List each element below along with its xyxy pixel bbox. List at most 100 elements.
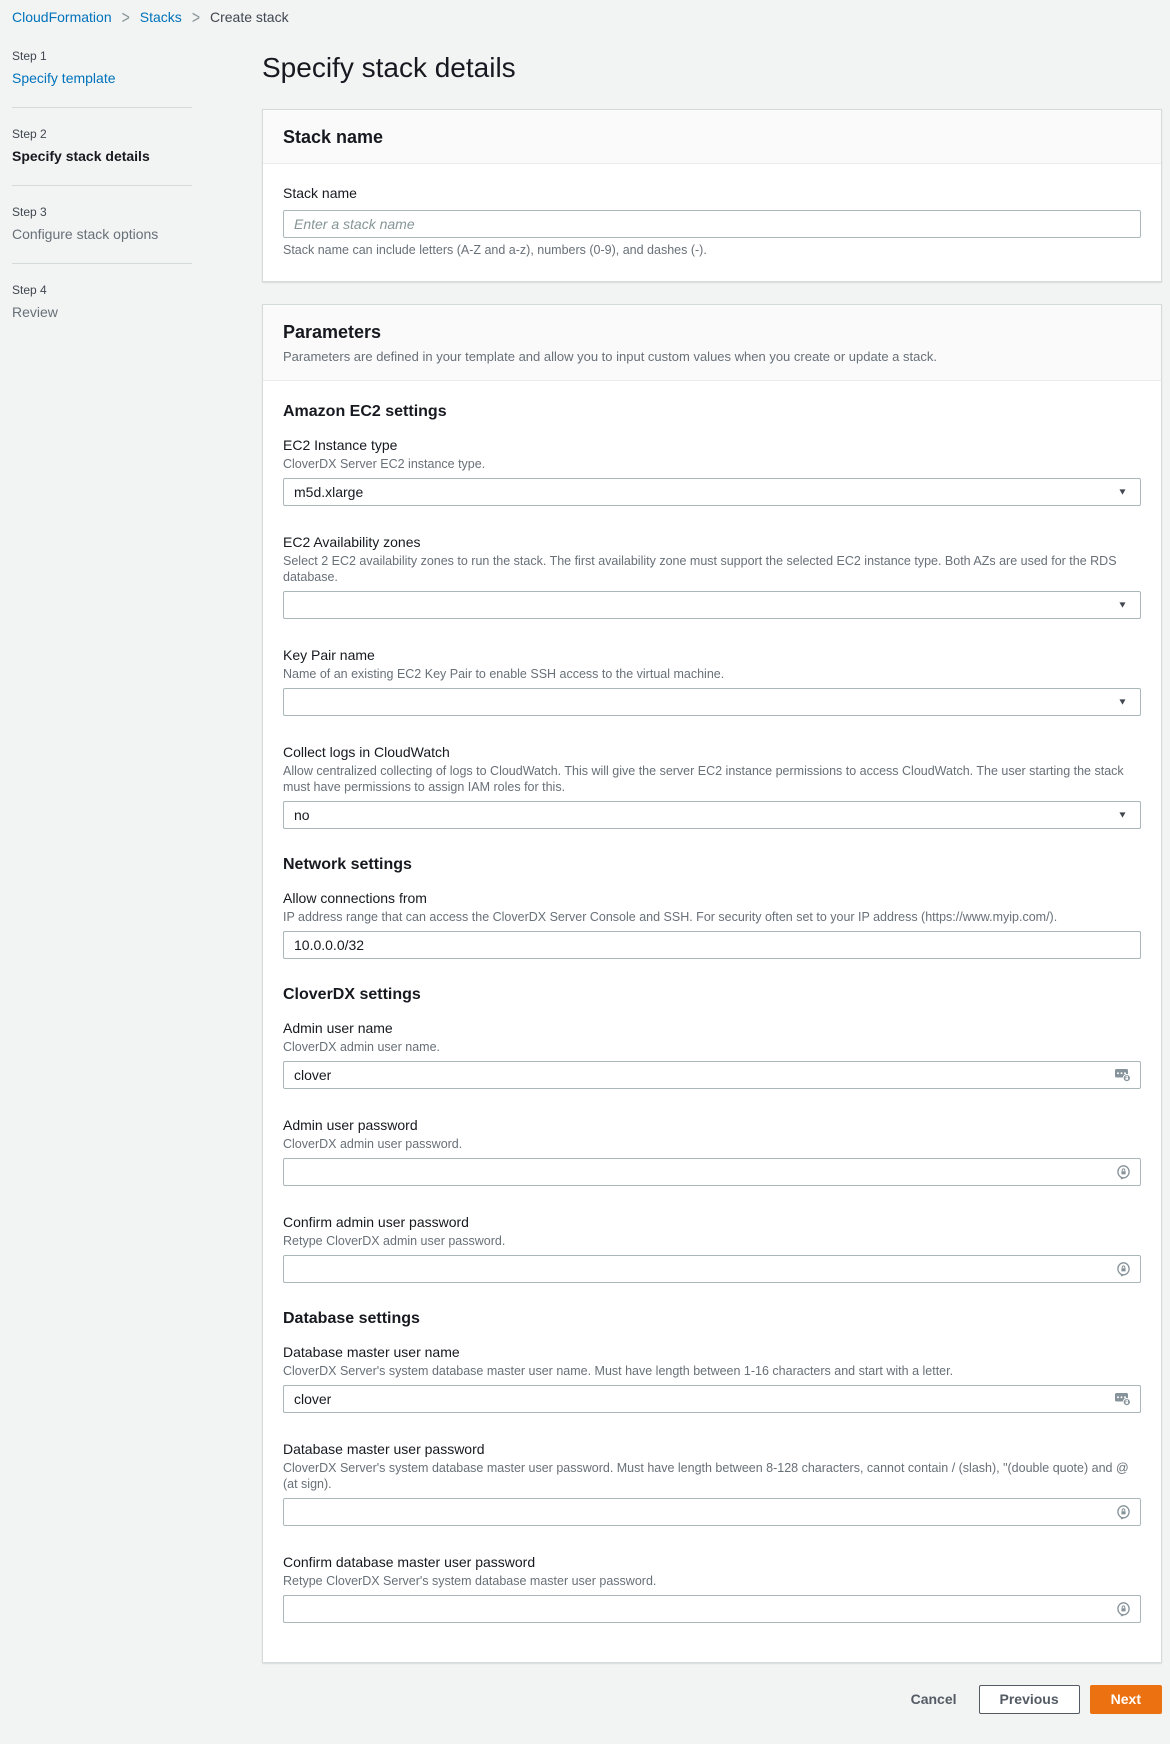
next-button[interactable]: Next [1090, 1685, 1162, 1714]
sidebar-step: Step 1 Specify template [12, 49, 262, 108]
field-value: clover [294, 1391, 331, 1407]
stack-name-label: Stack name [283, 184, 1141, 202]
parameter-field: EC2 Instance type CloverDX Server EC2 in… [283, 436, 1141, 506]
parameters-card-subtitle: Parameters are defined in your template … [283, 348, 1141, 365]
step-number: Step 3 [12, 205, 262, 219]
parameter-group: CloverDX settings Admin user name Clover… [283, 986, 1141, 1283]
password-manager-keyboard-icon[interactable] [1114, 1068, 1132, 1083]
field-label: Database master user name [283, 1343, 1141, 1361]
field-value: clover [294, 1067, 331, 1083]
field-description: CloverDX Server EC2 instance type. [283, 456, 1141, 472]
breadcrumb-item: Create stack [210, 9, 289, 25]
field-description: Allow centralized collecting of logs to … [283, 763, 1141, 795]
field-label: Confirm database master user password [283, 1553, 1141, 1571]
sidebar-step: Step 2 Specify stack details [12, 127, 262, 186]
step-number: Step 4 [12, 283, 262, 297]
steps-sidebar: Step 1 Specify template Step 2 Specify s… [0, 49, 262, 321]
field-label: Key Pair name [283, 646, 1141, 664]
select-control[interactable]: ▼ [283, 591, 1141, 619]
parameter-field: Confirm database master user password Re… [283, 1553, 1141, 1623]
parameter-field: Confirm admin user password Retype Clove… [283, 1213, 1141, 1283]
password-manager-keyboard-icon[interactable] [1114, 1392, 1132, 1407]
page-layout: Step 1 Specify template Step 2 Specify s… [0, 25, 1170, 1744]
password-generator-icon[interactable] [1115, 1601, 1132, 1618]
field-description: CloverDX Server's system database master… [283, 1363, 1141, 1379]
parameters-card-body: Amazon EC2 settings EC2 Instance type Cl… [263, 381, 1161, 1662]
step-title[interactable]: Specify template [12, 69, 262, 87]
breadcrumb-item[interactable]: Stacks [140, 9, 182, 25]
parameter-group-heading: Network settings [283, 856, 1141, 874]
previous-button[interactable]: Previous [979, 1685, 1080, 1714]
field-label: EC2 Instance type [283, 436, 1141, 454]
chevron-down-icon: ▼ [1117, 697, 1127, 707]
parameter-field: Allow connections from IP address range … [283, 889, 1141, 959]
sidebar-step: Step 3 Configure stack options [12, 205, 262, 264]
parameter-group: Amazon EC2 settings EC2 Instance type Cl… [283, 403, 1141, 829]
field-label: EC2 Availability zones [283, 533, 1141, 551]
parameter-group: Database settings Database master user n… [283, 1310, 1141, 1623]
field-description: CloverDX admin user password. [283, 1136, 1141, 1152]
password-generator-icon[interactable] [1115, 1504, 1132, 1521]
stack-name-card-header: Stack name [263, 110, 1161, 164]
password-generator-icon[interactable] [1115, 1261, 1132, 1278]
password-control[interactable]: ▼ [283, 1498, 1141, 1526]
select-control[interactable]: no ▼ [283, 801, 1141, 829]
step-title: Configure stack options [12, 225, 262, 243]
password-control[interactable]: ▼ [283, 1158, 1141, 1186]
field-description: Retype CloverDX admin user password. [283, 1233, 1141, 1249]
parameter-field: Database master user password CloverDX S… [283, 1440, 1141, 1526]
step-divider [12, 107, 192, 108]
text-control[interactable]: 10.0.0.0/32 ▼ [283, 931, 1141, 959]
cancel-button[interactable]: Cancel [899, 1686, 969, 1713]
step-divider [12, 185, 192, 186]
field-label: Admin user name [283, 1019, 1141, 1037]
field-description: CloverDX admin user name. [283, 1039, 1141, 1055]
breadcrumb: CloudFormation > Stacks > Create stack [0, 0, 1170, 25]
sidebar-step: Step 4 Review [12, 283, 262, 321]
parameter-group: Network settings Allow connections from … [283, 856, 1141, 959]
page-title: Specify stack details [262, 51, 1162, 85]
password-control[interactable]: ▼ [283, 1255, 1141, 1283]
step-title: Review [12, 303, 262, 321]
text-control[interactable]: clover ▼ [283, 1061, 1141, 1089]
select-control[interactable]: ▼ [283, 688, 1141, 716]
main-content: Specify stack details Stack name Stack n… [262, 49, 1162, 1744]
field-value: no [294, 807, 310, 823]
text-control[interactable]: clover ▼ [283, 1385, 1141, 1413]
step-number: Step 2 [12, 127, 262, 141]
parameter-field: Admin user password CloverDX admin user … [283, 1116, 1141, 1186]
stack-name-card-body: Stack name Stack name can include letter… [263, 164, 1161, 281]
parameter-field: Collect logs in CloudWatch Allow central… [283, 743, 1141, 829]
wizard-footer: Cancel Previous Next [262, 1685, 1162, 1714]
chevron-down-icon: ▼ [1117, 810, 1127, 820]
parameter-group-heading: Amazon EC2 settings [283, 403, 1141, 421]
parameter-field: Database master user name CloverDX Serve… [283, 1343, 1141, 1413]
chevron-right-icon: > [192, 7, 200, 28]
field-description: Name of an existing EC2 Key Pair to enab… [283, 666, 1141, 682]
stack-name-help: Stack name can include letters (A-Z and … [283, 243, 1141, 257]
select-control[interactable]: m5d.xlarge ▼ [283, 478, 1141, 506]
field-label: Allow connections from [283, 889, 1141, 907]
breadcrumb-item[interactable]: CloudFormation [12, 9, 112, 25]
field-value: 10.0.0.0/32 [294, 937, 364, 953]
field-value: m5d.xlarge [294, 484, 363, 500]
parameter-field: EC2 Availability zones Select 2 EC2 avai… [283, 533, 1141, 619]
chevron-down-icon: ▼ [1117, 487, 1127, 497]
field-description: IP address range that can access the Clo… [283, 909, 1141, 925]
chevron-right-icon: > [122, 7, 130, 28]
field-label: Confirm admin user password [283, 1213, 1141, 1231]
parameter-group-heading: CloverDX settings [283, 986, 1141, 1004]
field-description: Retype CloverDX Server's system database… [283, 1573, 1141, 1589]
stack-name-card-title: Stack name [283, 127, 1141, 148]
step-title: Specify stack details [12, 147, 262, 165]
parameters-card-title: Parameters [283, 322, 1141, 343]
step-number: Step 1 [12, 49, 262, 63]
password-generator-icon[interactable] [1115, 1164, 1132, 1181]
step-divider [12, 263, 192, 264]
password-control[interactable]: ▼ [283, 1595, 1141, 1623]
field-description: CloverDX Server's system database master… [283, 1460, 1141, 1492]
field-label: Collect logs in CloudWatch [283, 743, 1141, 761]
stack-name-input[interactable] [283, 210, 1141, 238]
parameters-card: Parameters Parameters are defined in you… [262, 304, 1162, 1663]
field-description: Select 2 EC2 availability zones to run t… [283, 553, 1141, 585]
